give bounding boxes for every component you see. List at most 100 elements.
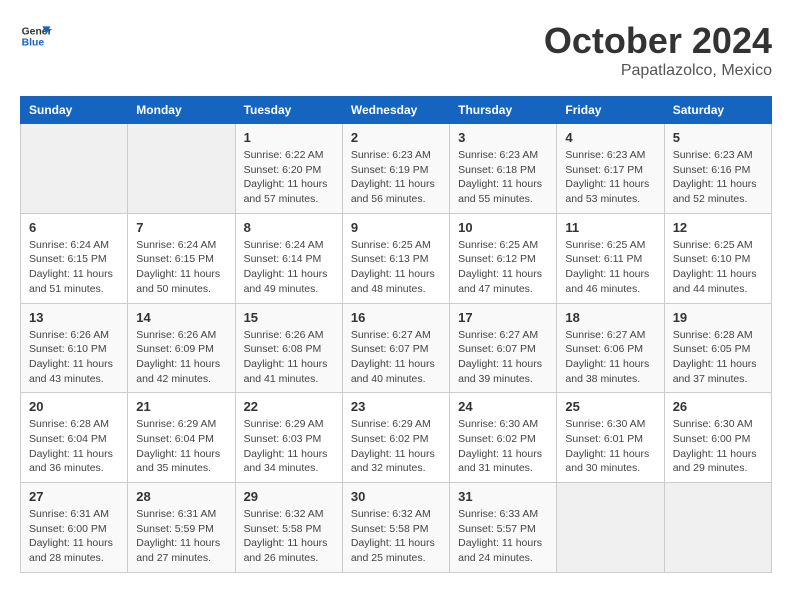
calendar-week-row: 6 Sunrise: 6:24 AM Sunset: 6:15 PM Daylig… <box>21 213 772 303</box>
column-header-saturday: Saturday <box>664 97 771 124</box>
day-info: Sunrise: 6:26 AM Sunset: 6:09 PM Dayligh… <box>136 328 226 387</box>
day-number: 26 <box>673 399 763 414</box>
logo: General Blue <box>20 20 52 52</box>
calendar-cell: 8 Sunrise: 6:24 AM Sunset: 6:14 PM Daylig… <box>235 213 342 303</box>
day-info: Sunrise: 6:27 AM Sunset: 6:07 PM Dayligh… <box>458 328 548 387</box>
calendar-cell: 6 Sunrise: 6:24 AM Sunset: 6:15 PM Daylig… <box>21 213 128 303</box>
day-number: 6 <box>29 220 119 235</box>
calendar-table: SundayMondayTuesdayWednesdayThursdayFrid… <box>20 96 772 573</box>
day-number: 2 <box>351 130 441 145</box>
column-header-tuesday: Tuesday <box>235 97 342 124</box>
day-info: Sunrise: 6:26 AM Sunset: 6:08 PM Dayligh… <box>244 328 334 387</box>
day-number: 27 <box>29 489 119 504</box>
day-number: 29 <box>244 489 334 504</box>
calendar-cell: 10Sunrise: 6:25 AM Sunset: 6:12 PM Dayli… <box>450 213 557 303</box>
calendar-cell: 22Sunrise: 6:29 AM Sunset: 6:03 PM Dayli… <box>235 393 342 483</box>
calendar-cell: 29 Sunrise: 6:32 AM Sunset: 5:58 PM Dayli… <box>235 483 342 573</box>
day-number: 13 <box>29 310 119 325</box>
day-info: Sunrise: 6:24 AM Sunset: 6:14 PM Dayligh… <box>244 238 334 297</box>
calendar-cell: 24 Sunrise: 6:30 AM Sunset: 6:02 PM Dayli… <box>450 393 557 483</box>
calendar-cell <box>128 124 235 214</box>
calendar-cell: 9 Sunrise: 6:25 AM Sunset: 6:13 PM Daylig… <box>342 213 449 303</box>
calendar-cell: 26 Sunrise: 6:30 AM Sunset: 6:00 PM Dayli… <box>664 393 771 483</box>
day-info: Sunrise: 6:23 AM Sunset: 6:19 PM Dayligh… <box>351 148 441 207</box>
day-number: 4 <box>565 130 655 145</box>
day-number: 1 <box>244 130 334 145</box>
column-header-friday: Friday <box>557 97 664 124</box>
day-number: 7 <box>136 220 226 235</box>
location: Papatlazolco, Mexico <box>544 62 772 80</box>
calendar-cell: 16 Sunrise: 6:27 AM Sunset: 6:07 PM Dayli… <box>342 303 449 393</box>
column-header-monday: Monday <box>128 97 235 124</box>
calendar-cell: 3 Sunrise: 6:23 AM Sunset: 6:18 PM Daylig… <box>450 124 557 214</box>
day-number: 31 <box>458 489 548 504</box>
calendar-week-row: 27Sunrise: 6:31 AM Sunset: 6:00 PM Dayli… <box>21 483 772 573</box>
calendar-cell: 11Sunrise: 6:25 AM Sunset: 6:11 PM Dayli… <box>557 213 664 303</box>
day-info: Sunrise: 6:27 AM Sunset: 6:06 PM Dayligh… <box>565 328 655 387</box>
calendar-cell: 4 Sunrise: 6:23 AM Sunset: 6:17 PM Daylig… <box>557 124 664 214</box>
day-info: Sunrise: 6:29 AM Sunset: 6:02 PM Dayligh… <box>351 417 441 476</box>
day-info: Sunrise: 6:33 AM Sunset: 5:57 PM Dayligh… <box>458 507 548 566</box>
day-info: Sunrise: 6:25 AM Sunset: 6:10 PM Dayligh… <box>673 238 763 297</box>
calendar-cell: 21Sunrise: 6:29 AM Sunset: 6:04 PM Dayli… <box>128 393 235 483</box>
day-number: 10 <box>458 220 548 235</box>
day-number: 14 <box>136 310 226 325</box>
calendar-week-row: 13 Sunrise: 6:26 AM Sunset: 6:10 PM Dayli… <box>21 303 772 393</box>
calendar-cell: 30Sunrise: 6:32 AM Sunset: 5:58 PM Dayli… <box>342 483 449 573</box>
column-header-thursday: Thursday <box>450 97 557 124</box>
calendar-cell: 19 Sunrise: 6:28 AM Sunset: 6:05 PM Dayli… <box>664 303 771 393</box>
day-info: Sunrise: 6:30 AM Sunset: 6:00 PM Dayligh… <box>673 417 763 476</box>
day-number: 11 <box>565 220 655 235</box>
calendar-cell: 18 Sunrise: 6:27 AM Sunset: 6:06 PM Dayli… <box>557 303 664 393</box>
day-number: 23 <box>351 399 441 414</box>
day-info: Sunrise: 6:30 AM Sunset: 6:01 PM Dayligh… <box>565 417 655 476</box>
calendar-cell: 31 Sunrise: 6:33 AM Sunset: 5:57 PM Dayli… <box>450 483 557 573</box>
day-number: 20 <box>29 399 119 414</box>
calendar-cell <box>664 483 771 573</box>
day-number: 16 <box>351 310 441 325</box>
day-number: 24 <box>458 399 548 414</box>
day-info: Sunrise: 6:24 AM Sunset: 6:15 PM Dayligh… <box>29 238 119 297</box>
calendar-cell: 17 Sunrise: 6:27 AM Sunset: 6:07 PM Dayli… <box>450 303 557 393</box>
calendar-cell <box>557 483 664 573</box>
day-number: 9 <box>351 220 441 235</box>
day-info: Sunrise: 6:22 AM Sunset: 6:20 PM Dayligh… <box>244 148 334 207</box>
month-title: October 2024 <box>544 20 772 62</box>
page-header: General Blue October 2024 Papatlazolco, … <box>20 20 772 80</box>
day-info: Sunrise: 6:25 AM Sunset: 6:13 PM Dayligh… <box>351 238 441 297</box>
day-info: Sunrise: 6:31 AM Sunset: 5:59 PM Dayligh… <box>136 507 226 566</box>
day-number: 3 <box>458 130 548 145</box>
logo-icon: General Blue <box>20 20 52 52</box>
day-info: Sunrise: 6:32 AM Sunset: 5:58 PM Dayligh… <box>244 507 334 566</box>
day-number: 18 <box>565 310 655 325</box>
day-info: Sunrise: 6:23 AM Sunset: 6:17 PM Dayligh… <box>565 148 655 207</box>
calendar-cell: 7Sunrise: 6:24 AM Sunset: 6:15 PM Daylig… <box>128 213 235 303</box>
calendar-cell: 25 Sunrise: 6:30 AM Sunset: 6:01 PM Dayli… <box>557 393 664 483</box>
calendar-cell: 23 Sunrise: 6:29 AM Sunset: 6:02 PM Dayli… <box>342 393 449 483</box>
calendar-week-row: 1 Sunrise: 6:22 AM Sunset: 6:20 PM Daylig… <box>21 124 772 214</box>
day-number: 30 <box>351 489 441 504</box>
calendar-cell <box>21 124 128 214</box>
day-info: Sunrise: 6:28 AM Sunset: 6:05 PM Dayligh… <box>673 328 763 387</box>
calendar-cell: 15 Sunrise: 6:26 AM Sunset: 6:08 PM Dayli… <box>235 303 342 393</box>
calendar-cell: 28Sunrise: 6:31 AM Sunset: 5:59 PM Dayli… <box>128 483 235 573</box>
day-number: 5 <box>673 130 763 145</box>
day-number: 17 <box>458 310 548 325</box>
day-info: Sunrise: 6:28 AM Sunset: 6:04 PM Dayligh… <box>29 417 119 476</box>
day-info: Sunrise: 6:27 AM Sunset: 6:07 PM Dayligh… <box>351 328 441 387</box>
day-info: Sunrise: 6:23 AM Sunset: 6:18 PM Dayligh… <box>458 148 548 207</box>
day-number: 19 <box>673 310 763 325</box>
calendar-cell: 2 Sunrise: 6:23 AM Sunset: 6:19 PM Daylig… <box>342 124 449 214</box>
calendar-header-row: SundayMondayTuesdayWednesdayThursdayFrid… <box>21 97 772 124</box>
column-header-wednesday: Wednesday <box>342 97 449 124</box>
calendar-cell: 27Sunrise: 6:31 AM Sunset: 6:00 PM Dayli… <box>21 483 128 573</box>
day-number: 8 <box>244 220 334 235</box>
day-number: 12 <box>673 220 763 235</box>
day-info: Sunrise: 6:30 AM Sunset: 6:02 PM Dayligh… <box>458 417 548 476</box>
day-number: 25 <box>565 399 655 414</box>
svg-text:Blue: Blue <box>22 38 45 49</box>
day-info: Sunrise: 6:29 AM Sunset: 6:04 PM Dayligh… <box>136 417 226 476</box>
day-info: Sunrise: 6:29 AM Sunset: 6:03 PM Dayligh… <box>244 417 334 476</box>
day-number: 15 <box>244 310 334 325</box>
day-info: Sunrise: 6:26 AM Sunset: 6:10 PM Dayligh… <box>29 328 119 387</box>
